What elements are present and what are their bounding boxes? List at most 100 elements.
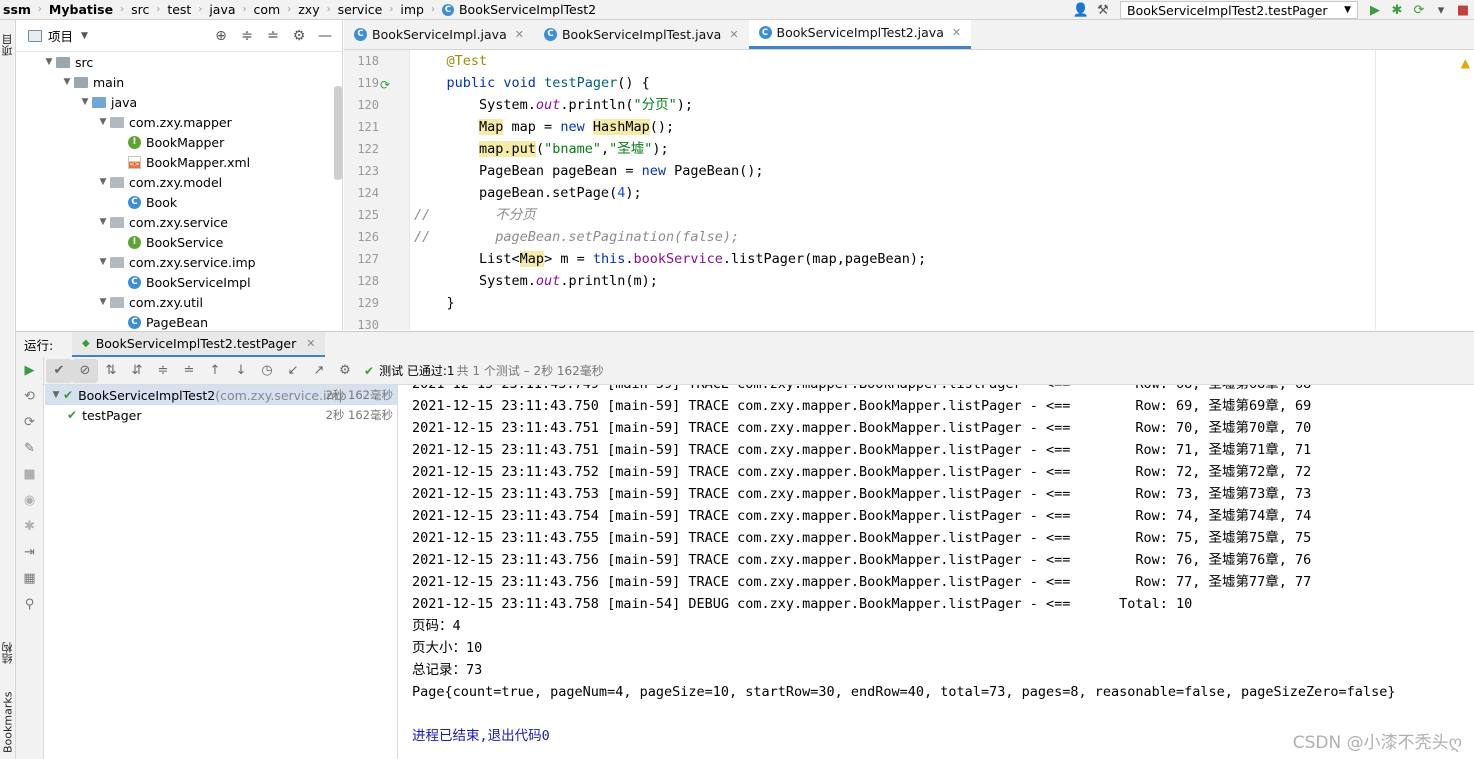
breadcrumb-item[interactable]: src — [128, 2, 152, 17]
breadcrumb-label: com — [253, 2, 281, 17]
previous-icon[interactable]: ↑ — [202, 359, 228, 383]
breadcrumb-item[interactable]: ssm — [0, 2, 34, 17]
project-scrollbar[interactable] — [334, 86, 342, 180]
run-configuration-select[interactable]: BookServiceImplTest2.testPager ▼ — [1120, 1, 1358, 19]
exit-icon[interactable]: ⇥ — [16, 539, 43, 565]
expand-all-icon[interactable]: ≑ — [150, 359, 176, 383]
close-icon[interactable]: ✕ — [952, 26, 961, 39]
breadcrumb-item[interactable]: Mybatise — [46, 2, 116, 17]
breadcrumb-item[interactable]: java — [206, 2, 238, 17]
tree-item[interactable]: <> BookMapper.xml — [16, 152, 336, 172]
breadcrumb-item[interactable]: test — [164, 2, 194, 17]
import-icon[interactable]: ↙ — [280, 359, 306, 383]
test-item[interactable]: ✔ testPager 2秒 162毫秒 — [45, 405, 397, 425]
close-icon[interactable]: ✕ — [306, 337, 315, 350]
tree-item[interactable]: C PageBean — [16, 312, 336, 330]
chevron-down-icon[interactable]: ▼ — [60, 77, 74, 87]
sort-alpha-icon[interactable]: ⇅ — [98, 359, 124, 383]
tree-item[interactable]: C BookServiceImpl — [16, 272, 336, 292]
tree-item[interactable]: C Book — [16, 192, 336, 212]
breadcrumb-item[interactable]: com — [251, 2, 284, 17]
tree-item[interactable]: I BookService — [16, 232, 336, 252]
breadcrumb-item[interactable]: imp — [397, 2, 427, 17]
tree-item[interactable]: I BookMapper — [16, 132, 336, 152]
collapse-all-icon[interactable]: ≐ — [176, 359, 202, 383]
chevron-down-icon[interactable]: ▼ — [96, 117, 110, 127]
sort-duration-icon[interactable]: ⇵ — [124, 359, 150, 383]
editor-tab[interactable]: C BookServiceImpl.java ✕ — [344, 20, 534, 49]
tree-item[interactable]: ▼ com.zxy.service.imp — [16, 252, 336, 272]
tree-item-label: PageBean — [146, 314, 209, 330]
close-icon[interactable]: ✕ — [515, 28, 524, 41]
line-number-gutter: 118 119 120 121 122 123 124 125 126 127 128 129 130 — [344, 50, 410, 330]
breadcrumb-item[interactable]: zxy — [295, 2, 322, 17]
pin-icon[interactable]: ⚲ — [16, 591, 43, 617]
bug-icon[interactable]: ✱ — [16, 513, 43, 539]
user-icon[interactable]: 👤 — [1070, 0, 1092, 20]
debug-icon[interactable]: ✱ — [1386, 0, 1408, 20]
locate-icon[interactable]: ⊕ — [208, 24, 234, 48]
project-panel-title[interactable]: 项目 — [48, 26, 73, 45]
tree-item[interactable]: ▼ com.zxy.service — [16, 212, 336, 232]
code-content[interactable]: @Test public void testPager() { System.o… — [414, 50, 1374, 330]
watermark: CSDN @小漆不秃头ღ — [1292, 733, 1462, 753]
close-icon[interactable]: ✕ — [729, 28, 738, 41]
tree-item[interactable]: ▼ com.zxy.model — [16, 172, 336, 192]
chevron-down-icon[interactable]: ▼ — [96, 257, 110, 267]
hammer-icon[interactable]: ⚒ — [1092, 0, 1114, 20]
project-tool-button[interactable]: 项目 — [0, 28, 16, 62]
collapse-all-icon[interactable]: ≐ — [260, 24, 286, 48]
hide-icon[interactable]: — — [312, 24, 338, 48]
expand-all-icon[interactable]: ≑ — [234, 24, 260, 48]
line-number: 121 — [357, 120, 379, 134]
wrench-icon[interactable]: ✎ — [16, 435, 43, 461]
stop-icon[interactable]: ■ — [1452, 0, 1474, 20]
next-icon[interactable]: ↓ — [228, 359, 254, 383]
editor-tab[interactable]: C BookServiceImplTest.java ✕ — [534, 20, 749, 49]
run-test-icon[interactable]: ⟳ — [380, 78, 390, 92]
camera-icon[interactable]: ◉ — [16, 487, 43, 513]
tree-item[interactable]: ▼ com.zxy.mapper — [16, 112, 336, 132]
rerun-failed-icon[interactable]: ⟲ — [16, 383, 43, 409]
show-ignored-icon[interactable]: ⊘ — [72, 358, 98, 383]
stop-icon[interactable]: ■ — [16, 461, 43, 487]
tree-item[interactable]: ▼ main — [16, 72, 336, 92]
code-line: Map map = new HashMap(); — [479, 119, 675, 135]
tree-item[interactable]: ▼ com.zxy.util — [16, 292, 336, 312]
line-number: 119 — [357, 76, 379, 90]
console-output[interactable]: 2021-12-15 23:11:43.749 [main-59] TRACE … — [399, 385, 1474, 759]
chevron-down-icon[interactable]: ▼ — [78, 97, 92, 107]
chevron-down-icon[interactable]: ▼ — [96, 177, 110, 187]
rerun-icon[interactable]: ▶ — [16, 357, 43, 383]
run-tab[interactable]: ◆ BookServiceImplTest2.testPager ✕ — [72, 331, 326, 358]
chevron-down-icon[interactable]: ▼ — [96, 297, 110, 307]
tree-item[interactable]: ▼ src — [16, 52, 336, 72]
chevron-down-icon[interactable]: ▼ — [49, 390, 63, 400]
layout-icon[interactable]: ▦ — [16, 565, 43, 591]
export-icon[interactable]: ↗ — [306, 359, 332, 383]
breadcrumb-item[interactable]: C BookServiceImplTest2 — [439, 2, 599, 17]
chevron-down-icon[interactable]: ▼ — [81, 31, 88, 41]
history-icon[interactable]: ◷ — [254, 359, 280, 383]
chevron-down-icon[interactable]: ▼ — [42, 57, 56, 67]
breadcrumb-item[interactable]: service — [335, 2, 386, 17]
chevron-down-icon[interactable]: ▾ — [1430, 0, 1452, 20]
status-prefix: 测试 已通过: — [379, 364, 447, 378]
tree-item[interactable]: ▼ java — [16, 92, 336, 112]
code-line: // 不分页 — [414, 207, 536, 223]
chevron-right-icon: › — [156, 4, 161, 15]
bookmarks-tool-button[interactable]: Bookmarks — [0, 688, 16, 756]
toggle-auto-test-icon[interactable]: ⟳ — [16, 409, 43, 435]
test-item[interactable]: ▼ ✔ BookServiceImplTest2 (com.zxy.service.… — [45, 385, 397, 405]
gear-icon[interactable]: ⚙ — [332, 359, 358, 383]
editor-tab[interactable]: C BookServiceImplTest2.java ✕ — [748, 20, 972, 49]
run-toolbar: ✔ ⊘ ⇅ ⇵ ≑ ≐ ↑ ↓ ◷ ↙ ↗ ⚙ ✔ 测试 已通过: 1 共 1 … — [16, 357, 1474, 385]
show-passed-icon[interactable]: ✔ — [46, 358, 72, 383]
warning-icon[interactable]: ▲ — [1461, 56, 1470, 70]
gear-icon[interactable]: ⚙ — [286, 24, 312, 48]
structure-tool-button[interactable]: 结构 — [0, 632, 16, 674]
chevron-right-icon: › — [120, 4, 125, 15]
run-icon[interactable]: ▶ — [1364, 0, 1386, 20]
chevron-down-icon[interactable]: ▼ — [96, 217, 110, 227]
coverage-icon[interactable]: ⟳ — [1408, 0, 1430, 20]
